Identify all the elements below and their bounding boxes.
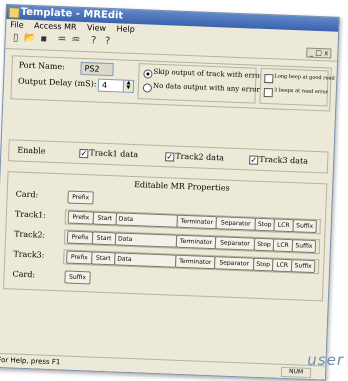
skip-track-radio[interactable] xyxy=(143,69,153,79)
menu-view[interactable]: View xyxy=(87,23,106,33)
output-delay-label: Output Delay (mS): xyxy=(17,76,97,89)
track2-separator-button[interactable]: Separator xyxy=(214,236,256,251)
track3-data-button[interactable]: Data xyxy=(114,252,177,268)
port-name-label: Port Name: xyxy=(18,60,66,72)
help-icon[interactable]: ? xyxy=(87,35,99,47)
properties-title: Editable MR Properties xyxy=(133,180,230,193)
track3-lcr-button[interactable]: LCR xyxy=(271,258,293,273)
card-suffix-label: Card: xyxy=(12,269,36,280)
track1-data-label: Track1 data xyxy=(89,148,139,160)
track2-label: Track2: xyxy=(14,229,46,240)
open-icon[interactable]: 📂 xyxy=(23,33,36,45)
app-window: Template - MREdit File Access MR View He… xyxy=(0,4,340,381)
new-icon[interactable]: ▯ xyxy=(9,32,21,44)
error-mode-group: Skip output of track with error No data … xyxy=(137,63,263,104)
track2-data-label: Track2 data xyxy=(175,151,225,163)
track2-stop-button[interactable]: Stop xyxy=(253,237,275,252)
track2-lcr-button[interactable]: LCR xyxy=(272,238,294,253)
read-icon[interactable]: ♒ xyxy=(55,34,67,46)
port-name-field: PS2 xyxy=(80,61,114,77)
track1-lcr-button[interactable]: LCR xyxy=(273,218,294,233)
card-prefix-button[interactable]: Prefix xyxy=(67,190,94,205)
mr-properties-group: Editable MR Properties Card: Prefix Trac… xyxy=(3,171,328,302)
track3-suffix-button[interactable]: Suffix xyxy=(290,259,316,274)
track1-label: Track1: xyxy=(14,209,47,220)
track1-terminator-button[interactable]: Terminator xyxy=(176,214,218,230)
card-suffix-button[interactable]: Suffix xyxy=(64,270,91,285)
track3-row: Prefix Start Data Terminator Separator S… xyxy=(63,249,320,275)
save-icon[interactable]: ▪ xyxy=(37,33,49,45)
track3-terminator-button[interactable]: Terminator xyxy=(175,254,216,270)
output-delay-input[interactable]: 4 xyxy=(97,78,126,93)
track1-start-button[interactable]: Start xyxy=(92,211,118,226)
track1-data-button[interactable]: Data xyxy=(115,212,179,228)
main-content: Port Name: PS2 Output Delay (mS): 4 ▲ ▼ S… xyxy=(0,51,335,366)
menu-file[interactable]: File xyxy=(10,20,24,30)
enable-label: Enable xyxy=(17,145,46,156)
long-beep-checkbox[interactable] xyxy=(264,73,274,84)
track1-prefix-button[interactable]: Prefix xyxy=(67,210,95,225)
long-beep-label: Long beep at good read xyxy=(274,73,335,82)
track2-start-button[interactable]: Start xyxy=(91,231,117,246)
menu-access-mr[interactable]: Access MR xyxy=(34,21,77,32)
no-data-label: No data output with any error xyxy=(152,81,261,94)
watermark-text: user xyxy=(307,351,344,369)
status-text: For Help, press F1 xyxy=(0,355,61,367)
context-help-icon[interactable]: ? xyxy=(101,36,113,48)
track1-suffix-button[interactable]: Suffix xyxy=(292,219,317,234)
enable-group: Enable ✓ Track1 data ✓ Track2 data ✓ Tra… xyxy=(7,139,329,174)
track1-checkbox[interactable]: ✓ xyxy=(79,148,89,159)
track2-prefix-button[interactable]: Prefix xyxy=(66,230,94,245)
output-delay-spinner[interactable]: ▲ ▼ xyxy=(122,79,135,93)
track3-start-button[interactable]: Start xyxy=(91,251,116,266)
track2-data-button[interactable]: Data xyxy=(114,232,178,248)
menu-help[interactable]: Help xyxy=(116,24,135,34)
window-controls[interactable]: _ □ x xyxy=(306,47,332,59)
track3-prefix-button[interactable]: Prefix xyxy=(66,250,93,265)
beep-group: Long beep at good read 3 beeps at read e… xyxy=(259,67,335,107)
three-beeps-checkbox[interactable] xyxy=(263,87,273,98)
no-data-radio[interactable] xyxy=(142,83,153,93)
write-icon[interactable]: ♒ xyxy=(69,34,81,46)
track3-separator-button[interactable]: Separator xyxy=(213,256,255,271)
three-beeps-label: 3 beeps at read error xyxy=(273,87,329,96)
track2-suffix-button[interactable]: Suffix xyxy=(291,239,317,254)
track1-separator-button[interactable]: Separator xyxy=(215,216,256,231)
track1-stop-button[interactable]: Stop xyxy=(254,217,275,232)
track3-data-label: Track3 data xyxy=(259,154,309,166)
track2-checkbox[interactable]: ✓ xyxy=(165,152,175,162)
track3-checkbox[interactable]: ✓ xyxy=(249,155,259,165)
settings-group: Port Name: PS2 Output Delay (mS): 4 ▲ ▼ S… xyxy=(10,55,335,112)
app-icon xyxy=(8,7,20,19)
skip-track-label: Skip output of track with error xyxy=(153,67,264,80)
card-prefix-label: Card: xyxy=(15,189,39,200)
track3-stop-button[interactable]: Stop xyxy=(252,257,274,272)
track3-label: Track3: xyxy=(13,249,45,260)
track2-terminator-button[interactable]: Terminator xyxy=(175,234,217,250)
